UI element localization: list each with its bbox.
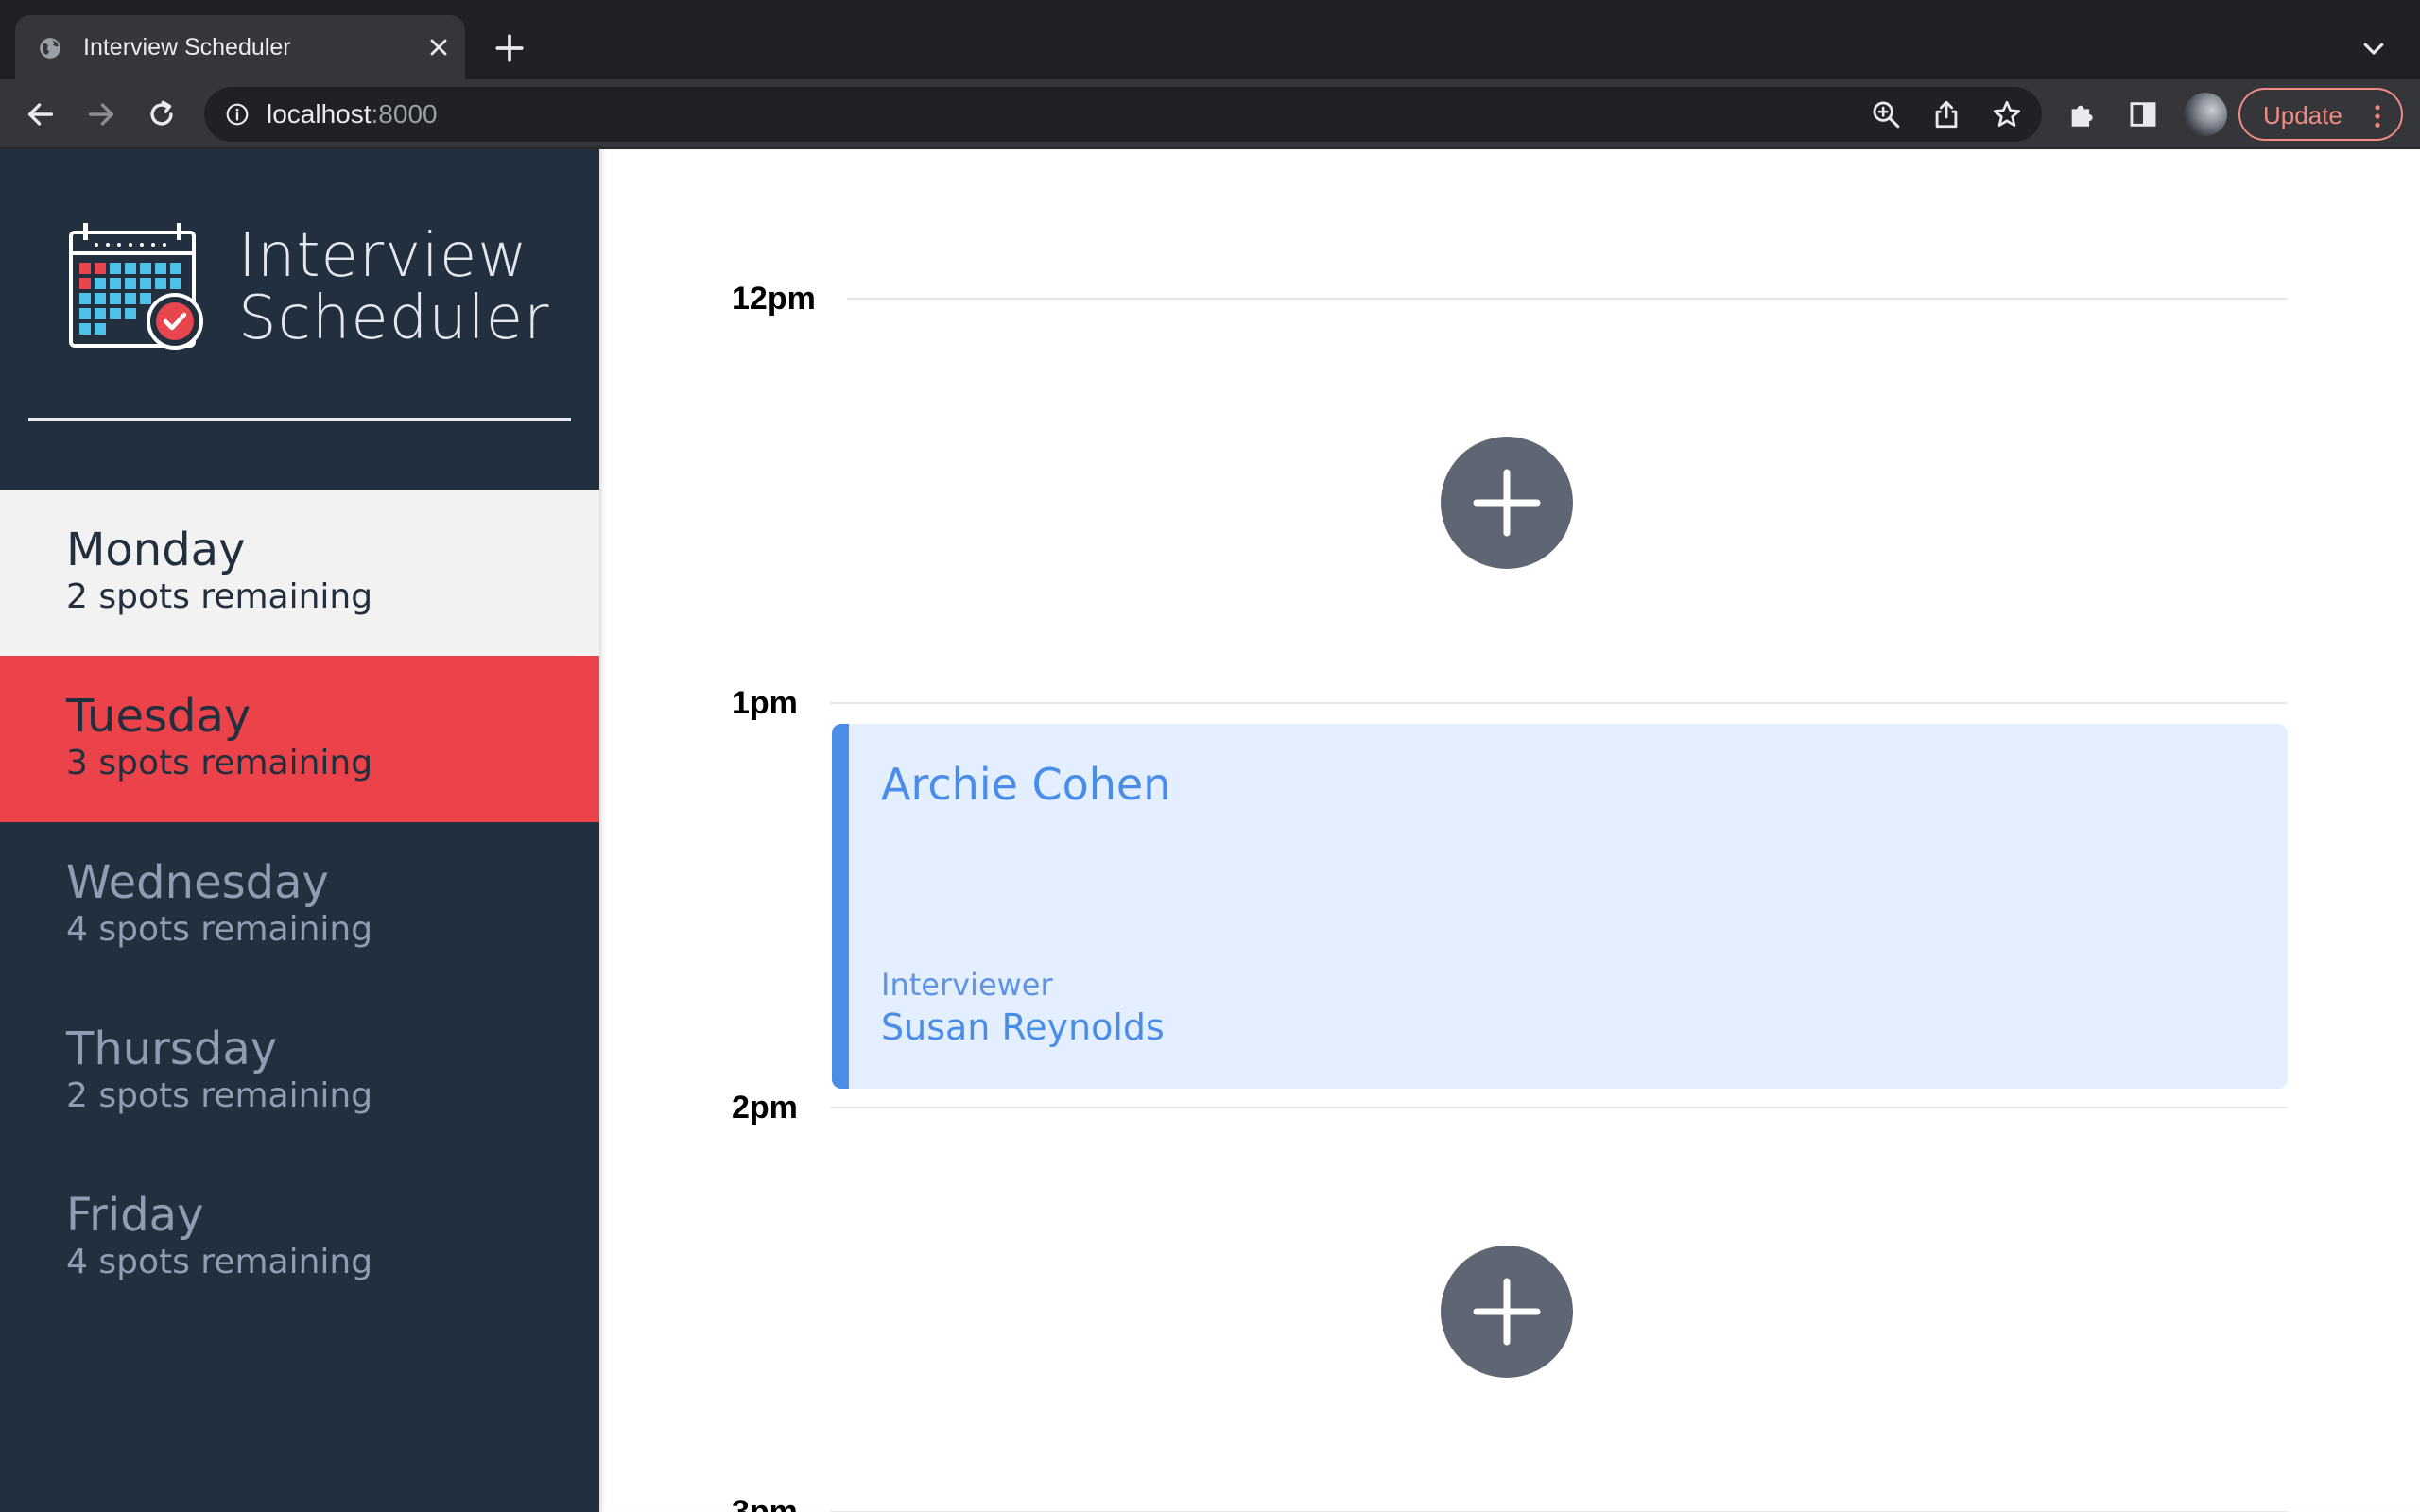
time-label: 3pm [732,1494,798,1512]
reload-icon[interactable] [146,98,178,130]
info-icon[interactable] [225,102,250,127]
day-item-thursday[interactable]: Thursday 2 spots remaining [0,988,599,1155]
day-spots: 3 spots remaining [66,744,373,782]
update-label: Update [2263,101,2342,129]
share-icon[interactable] [1930,98,1962,130]
time-divider [830,1107,2288,1108]
globe-icon [40,38,60,59]
day-name: Thursday [66,1022,278,1075]
interviewer-label: Interviewer [881,967,1053,1003]
time-label: 12pm [732,281,816,317]
day-spots: 2 spots remaining [66,577,373,616]
browser-tab-bar: Interview Scheduler [0,0,2420,79]
update-button[interactable]: Update [2238,88,2403,141]
side-panel-icon[interactable] [2127,98,2159,130]
chevron-down-icon[interactable] [2360,34,2388,62]
calendar-check-icon [69,223,203,350]
plus-icon [1473,469,1541,537]
app-title: Interview Scheduler [238,225,549,350]
close-icon[interactable] [425,34,452,60]
new-tab-plus-icon[interactable] [493,32,526,64]
time-label: 2pm [732,1090,798,1125]
address-bar[interactable]: localhost:8000 [204,87,2042,142]
sidebar: Interview Scheduler Monday 2 spots remai… [0,149,599,1512]
day-name: Friday [66,1189,204,1242]
day-spots: 2 spots remaining [66,1076,373,1115]
app-title-line2: Scheduler [238,284,550,353]
app-title-line1: Interview [238,221,528,291]
browser-tab[interactable]: Interview Scheduler [15,15,465,79]
day-item-friday[interactable]: Friday 4 spots remaining [0,1155,599,1321]
day-name: Monday [66,524,246,576]
sidebar-divider [28,418,571,421]
day-name: Wednesday [66,856,329,909]
url-port: :8000 [371,99,438,129]
browser-toolbar: localhost:8000 Update [0,79,2420,149]
time-label: 1pm [732,685,798,721]
url-host: localhost [267,99,372,129]
schedule: 12pm 1pm Archie Cohen Interviewer Susan … [599,149,2420,1512]
puzzle-icon[interactable] [2066,98,2099,130]
day-item-wednesday[interactable]: Wednesday 4 spots remaining [0,822,599,988]
student-name: Archie Cohen [881,759,1171,810]
tab-title: Interview Scheduler [83,34,291,60]
arrow-left-icon[interactable] [25,98,57,130]
arrow-right-icon[interactable] [85,98,117,130]
url-text: localhost:8000 [267,99,438,129]
avatar[interactable] [2184,93,2227,136]
plus-icon [1473,1278,1541,1346]
add-appointment-button[interactable] [1441,437,1573,569]
day-spots: 4 spots remaining [66,910,373,949]
time-divider [847,298,2288,300]
interviewer-name: Susan Reynolds [881,1006,1165,1048]
day-spots: 4 spots remaining [66,1243,373,1281]
star-icon[interactable] [1991,98,2023,130]
add-appointment-button[interactable] [1441,1246,1573,1378]
day-item-tuesday[interactable]: Tuesday 3 spots remaining [0,656,599,822]
more-icon[interactable] [2371,103,2384,129]
day-item-monday[interactable]: Monday 2 spots remaining [0,490,599,656]
day-name: Tuesday [66,690,251,743]
time-divider [830,702,2288,704]
zoom-icon[interactable] [1870,98,1902,130]
appointment-card[interactable]: Archie Cohen Interviewer Susan Reynolds [832,724,2288,1089]
